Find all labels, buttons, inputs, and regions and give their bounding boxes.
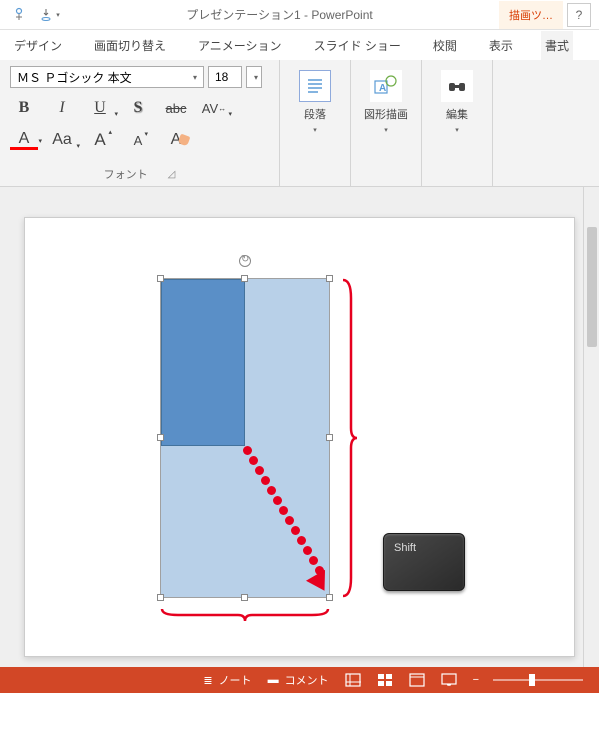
shift-key-illustration: Shift <box>383 533 465 591</box>
clear-formatting-button[interactable]: A <box>162 128 190 152</box>
dropdown-arrow-icon: ▾ <box>228 110 232 118</box>
strikethrough-button[interactable]: abc <box>162 96 190 120</box>
comments-button[interactable]: ▬ コメント <box>260 672 337 688</box>
vertical-scrollbar[interactable] <box>583 187 599 667</box>
slide[interactable]: Shift <box>24 217 575 657</box>
selected-shape-rectangle[interactable] <box>160 278 330 598</box>
text-shadow-button[interactable]: S <box>124 96 152 120</box>
tab-slideshow[interactable]: スライド ショー <box>310 31 405 60</box>
dropdown-arrow-icon: ▾ <box>38 137 42 145</box>
bold-button[interactable]: B <box>10 96 38 120</box>
character-spacing-button[interactable]: AV↔▾ <box>200 96 228 120</box>
tab-animations[interactable]: アニメーション <box>194 31 286 60</box>
quick-access-toolbar: ▾ <box>8 4 60 26</box>
rotate-handle[interactable] <box>239 255 251 267</box>
shapes-icon: A <box>370 70 402 102</box>
window-title: プレゼンテーション1 - PowerPoint <box>60 6 499 23</box>
ribbon-group-drawing: A 図形描画 ▾ <box>351 60 422 186</box>
resize-handle-bm[interactable] <box>241 594 248 601</box>
resize-handle-ml[interactable] <box>157 434 164 441</box>
ribbon-group-paragraph: 段落 ▾ <box>280 60 351 186</box>
font-size-value: 18 <box>215 70 228 84</box>
slide-sorter-view-button[interactable] <box>369 673 401 687</box>
resize-handle-tm[interactable] <box>241 275 248 282</box>
tab-review[interactable]: 校閲 <box>429 31 461 60</box>
resize-handle-bl[interactable] <box>157 594 164 601</box>
tab-transitions[interactable]: 画面切り替え <box>90 31 170 60</box>
zoom-slider-thumb[interactable] <box>529 674 535 686</box>
zoom-slider[interactable] <box>493 679 583 681</box>
resize-handle-tl[interactable] <box>157 275 164 282</box>
font-size-dropdown[interactable]: ▾ <box>246 66 262 88</box>
font-name-select[interactable]: ＭＳ Ｐゴシック 本文 ▾ <box>10 66 204 88</box>
dropdown-arrow-icon: ▾ <box>189 73 197 82</box>
editing-button[interactable]: 編集 ▾ <box>432 66 482 182</box>
slide-canvas-area: Shift <box>0 187 599 667</box>
touch-mode-button[interactable] <box>8 4 30 26</box>
dropdown-arrow-icon: ▾ <box>250 73 258 82</box>
ribbon-group-editing: 編集 ▾ <box>422 60 493 186</box>
grow-font-button[interactable]: A▴ <box>86 128 114 152</box>
inner-rectangle <box>161 279 245 446</box>
binoculars-icon <box>441 70 473 102</box>
ribbon: ＭＳ Ｐゴシック 本文 ▾ 18 ▾ B I U▾ S abc AV↔▾ A▾ <box>0 60 599 187</box>
resize-handle-br[interactable] <box>326 594 333 601</box>
shrink-font-button[interactable]: A▾ <box>124 128 152 152</box>
qat-more-button[interactable]: ▾ <box>38 4 60 26</box>
notes-icon: ≣ <box>203 674 212 687</box>
paragraph-button[interactable]: 段落 ▾ <box>290 66 340 182</box>
vertical-brace-annotation <box>339 278 359 598</box>
paragraph-icon <box>299 70 331 102</box>
tab-design[interactable]: デザイン <box>10 31 66 60</box>
horizontal-brace-annotation <box>160 605 330 623</box>
dropdown-arrow-icon: ▾ <box>76 142 80 150</box>
tab-format[interactable]: 書式 <box>541 31 573 60</box>
status-bar: ≣ ノート ▬ コメント − <box>0 667 599 693</box>
font-name-value: ＭＳ Ｐゴシック 本文 <box>17 69 132 86</box>
notes-button[interactable]: ≣ ノート <box>195 672 259 688</box>
contextual-tab-drawing-tools[interactable]: 描画ツ… <box>499 1 563 29</box>
svg-text:A: A <box>379 83 386 94</box>
help-button[interactable]: ? <box>567 3 591 27</box>
italic-button[interactable]: I <box>48 96 76 120</box>
tab-view[interactable]: 表示 <box>485 31 517 60</box>
ribbon-group-font: ＭＳ Ｐゴシック 本文 ▾ 18 ▾ B I U▾ S abc AV↔▾ A▾ <box>0 60 280 186</box>
scrollbar-thumb[interactable] <box>587 227 597 347</box>
comment-icon: ▬ <box>268 674 279 686</box>
font-dialog-launcher[interactable]: ◿ <box>168 169 176 180</box>
title-bar: ▾ プレゼンテーション1 - PowerPoint 描画ツ… ? <box>0 0 599 30</box>
normal-view-button[interactable] <box>337 673 369 687</box>
group-label-font: フォント <box>104 166 148 182</box>
shape-drawing-button[interactable]: A 図形描画 ▾ <box>361 66 411 182</box>
font-color-button[interactable]: A▾ <box>10 130 38 150</box>
resize-handle-tr[interactable] <box>326 275 333 282</box>
slideshow-view-button[interactable] <box>433 673 465 687</box>
dropdown-arrow-icon: ▾ <box>114 110 118 118</box>
underline-button[interactable]: U▾ <box>86 96 114 120</box>
zoom-out-button[interactable]: − <box>465 674 487 686</box>
change-case-button[interactable]: Aa▾ <box>48 128 76 152</box>
reading-view-button[interactable] <box>401 673 433 687</box>
ribbon-tabs: デザイン 画面切り替え アニメーション スライド ショー 校閲 表示 書式 <box>0 30 599 60</box>
resize-handle-mr[interactable] <box>326 434 333 441</box>
font-size-select[interactable]: 18 <box>208 66 242 88</box>
